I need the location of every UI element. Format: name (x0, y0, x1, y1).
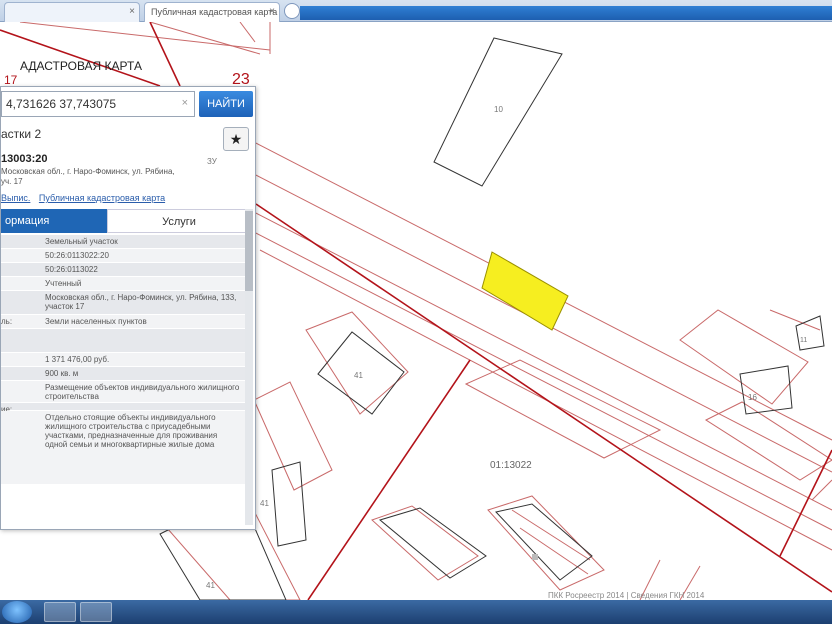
map-footer: ПКК Росреестр 2014 | Сведения ГКН 2014 (548, 591, 705, 600)
attribute-value: 900 кв. м (45, 369, 79, 378)
taskbar-app-browser[interactable] (80, 602, 112, 622)
building-label: 41 (206, 581, 215, 590)
attribute-row: 1 371 476,00 руб. (1, 353, 245, 367)
browser-tab-strip: × Публичная кадастровая карта × (0, 0, 832, 22)
browser-tab-2[interactable]: Публичная кадастровая карта × (144, 2, 280, 22)
map-header: АДАСТРОВАЯ КАРТА (20, 59, 142, 73)
address-bar[interactable] (300, 6, 832, 20)
info-panel: 4,731626 37,743075 × НАЙТИ астки 2 ★ 130… (0, 86, 256, 530)
attribute-value: Московская обл., г. Наро-Фоминск, ул. Ря… (45, 293, 237, 311)
attribute-table: Земельный участок 50:26:0113022:20 50:26:0… (1, 235, 245, 485)
extract-link[interactable]: Выпис. (1, 193, 30, 203)
tab-label: Публичная кадастровая карта (151, 7, 278, 17)
map-marker (532, 554, 538, 560)
plot-number-top-left: 17 (4, 73, 18, 87)
new-tab-button[interactable] (284, 3, 300, 19)
attribute-value: 1 371 476,00 руб. (45, 355, 110, 364)
tab-services[interactable]: Услуги (107, 209, 251, 233)
attribute-value: Размещение объектов индивидуального жили… (45, 383, 240, 401)
close-tab-icon[interactable]: × (129, 6, 135, 17)
clear-search-icon[interactable]: × (182, 97, 188, 109)
attribute-row: ие: (1, 403, 245, 414)
attribute-value: 50:26:0113022 (45, 265, 98, 274)
scrollbar-thumb[interactable] (245, 211, 253, 291)
attribute-row: 900 кв. м (1, 367, 245, 381)
attribute-row: Московская обл., г. Наро-Фоминск, ул. Ря… (1, 291, 245, 315)
search-value: 4,731626 37,743075 (6, 97, 117, 111)
parcel-address: Московская обл., г. Наро-Фоминск, ул. Ря… (1, 167, 191, 187)
address-line: уч. 17 (1, 177, 23, 186)
start-button[interactable] (2, 601, 32, 623)
attribute-value: 50:26:0113022:20 (45, 251, 109, 260)
parcel-type-note: ЗУ (207, 157, 217, 166)
browser-tab-1[interactable]: × (4, 2, 140, 22)
find-button[interactable]: НАЙТИ (199, 91, 253, 117)
building-label: 41 (260, 499, 269, 508)
building-label: 11 (800, 337, 807, 344)
panel-links: Выпис. Публичная кадастровая карта (1, 193, 171, 203)
parcel-number: 13003:20 (1, 153, 48, 165)
attribute-row: Размещение объектов индивидуального жили… (1, 381, 245, 403)
taskbar-app-explorer[interactable] (44, 602, 76, 622)
attribute-value: Учтенный (45, 279, 82, 288)
attribute-label: ль: (1, 317, 13, 326)
attribute-row: Отдельно стоящие объекты индивидуального… (1, 411, 245, 485)
panel-tabs: ормация Услуги (1, 209, 251, 233)
os-taskbar (0, 600, 832, 624)
attribute-row: ль: Земли населенных пунктов (1, 315, 245, 329)
attribute-row (1, 329, 245, 353)
attribute-value: Отдельно стоящие объекты индивидуального… (45, 413, 218, 449)
attribute-value: Земельный участок (45, 237, 118, 246)
search-input[interactable]: 4,731626 37,743075 × (1, 91, 195, 117)
favorite-star-icon[interactable]: ★ (223, 127, 249, 151)
tab-information[interactable]: ормация (1, 209, 107, 233)
map-link[interactable]: Публичная кадастровая карта (39, 193, 165, 203)
building-label: 41 (354, 371, 363, 380)
panel-title: астки 2 (1, 127, 42, 141)
attribute-row: Учтенный (1, 277, 245, 291)
building-label: 10 (494, 105, 503, 114)
building-label: 16 (748, 393, 757, 402)
address-line: Московская обл., г. Наро-Фоминск, ул. Ря… (1, 167, 175, 176)
attribute-row: 50:26:0113022:20 (1, 249, 245, 263)
attribute-row: Земельный участок (1, 235, 245, 249)
attribute-row: 50:26:0113022 (1, 263, 245, 277)
close-tab-icon[interactable]: × (269, 6, 275, 17)
quarter-label: 01:13022 (490, 460, 532, 471)
attribute-value: Земли населенных пунктов (45, 317, 147, 326)
